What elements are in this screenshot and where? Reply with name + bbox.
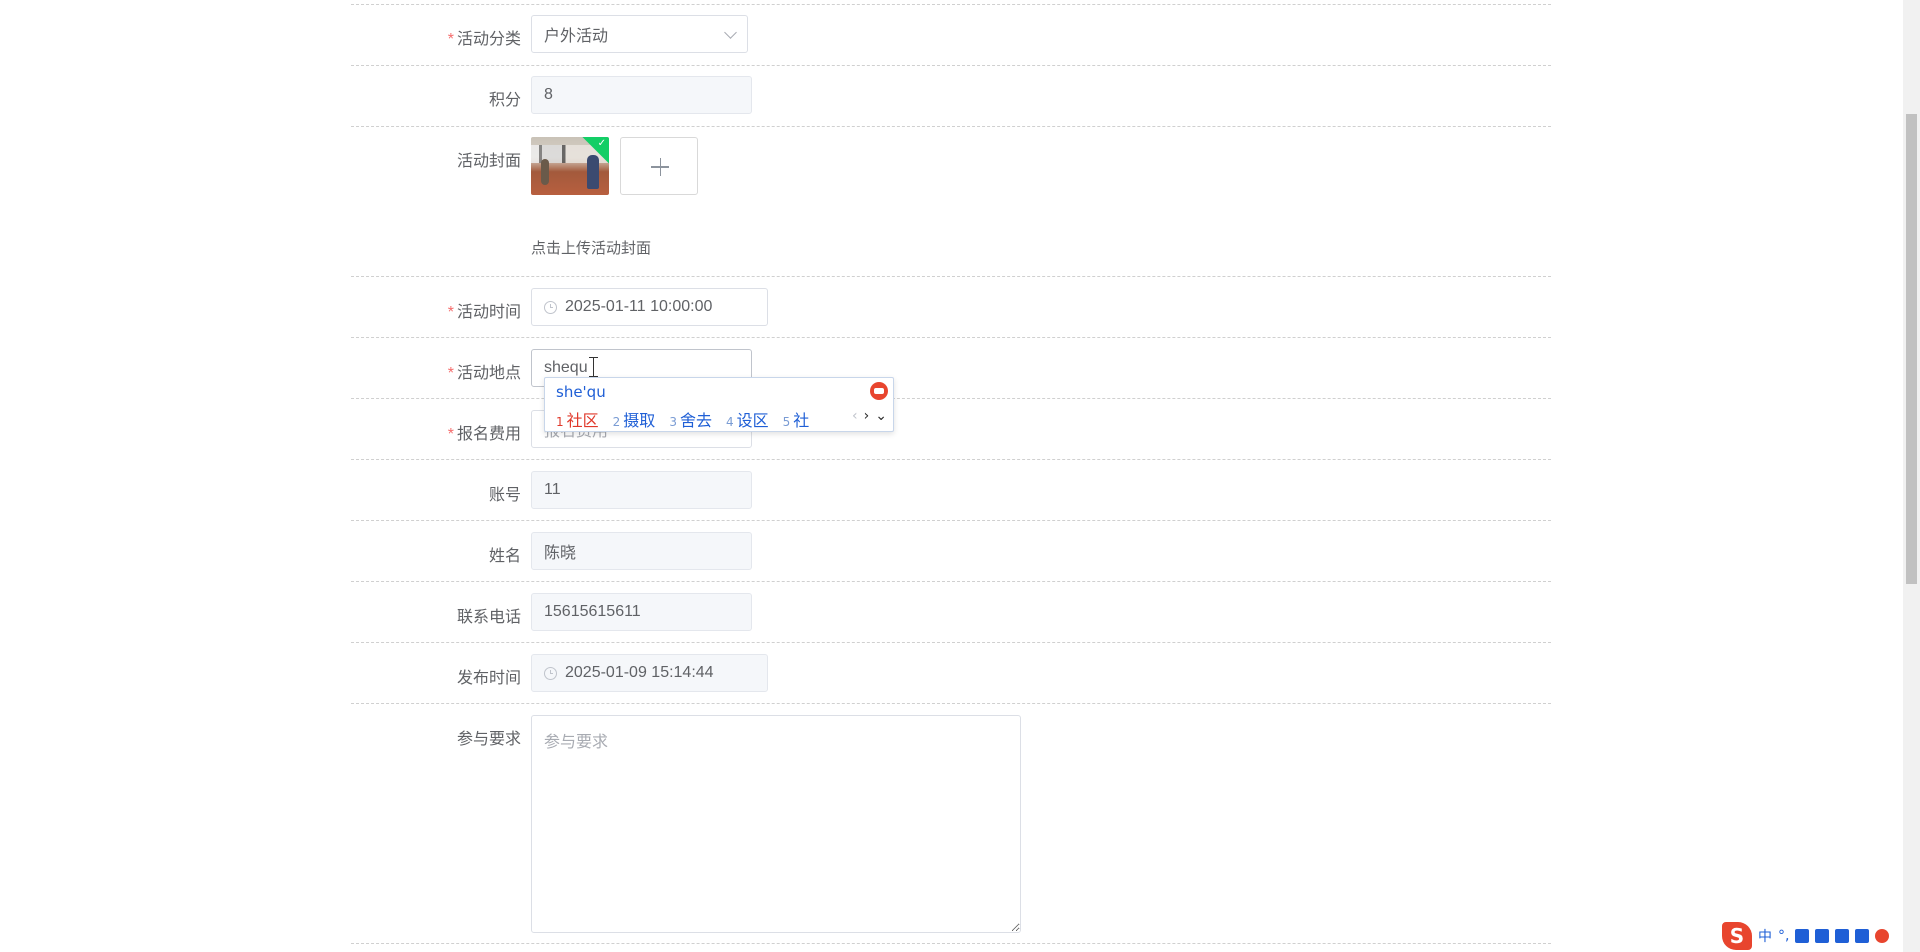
ime-candidate[interactable]: 5社 bbox=[783, 407, 810, 431]
ime-candidate[interactable]: 3 舍去 bbox=[669, 407, 712, 431]
account-label: 账号 bbox=[488, 487, 521, 504]
publish-time-picker[interactable]: 2025-01-09 15:14:44 bbox=[531, 654, 768, 692]
chevron-down-icon bbox=[724, 25, 737, 39]
ime-composition: she'qu bbox=[556, 383, 606, 401]
points-input[interactable]: 8 bbox=[531, 76, 752, 114]
ime-candidate[interactable]: 1 社区 bbox=[556, 407, 599, 431]
row-divider bbox=[351, 4, 1551, 5]
cover-thumbnail[interactable]: ✓ bbox=[531, 137, 609, 195]
skin-icon[interactable] bbox=[1835, 929, 1850, 943]
row-divider bbox=[351, 65, 1551, 66]
requirements-textarea[interactable] bbox=[531, 715, 1021, 933]
row-divider bbox=[351, 581, 1551, 582]
row-divider bbox=[351, 337, 1551, 338]
name-label: 姓名 bbox=[488, 548, 521, 565]
ime-logo-icon bbox=[870, 382, 888, 400]
ime-mode-toggle[interactable]: 中 bbox=[1758, 926, 1772, 946]
ime-candidate[interactable]: 4 设区 bbox=[726, 407, 769, 431]
ime-next-page-icon[interactable]: › bbox=[864, 408, 870, 424]
page-scrollbar[interactable] bbox=[1903, 0, 1920, 952]
phone-value: 15615615611 bbox=[544, 603, 641, 620]
check-icon: ✓ bbox=[597, 138, 606, 149]
points-value: 8 bbox=[544, 86, 553, 103]
name-value: 陈晓 bbox=[544, 545, 577, 562]
sogou-logo-icon[interactable]: S bbox=[1722, 922, 1752, 950]
toolbox-icon[interactable] bbox=[1855, 929, 1870, 943]
clock-icon bbox=[544, 300, 557, 314]
text-cursor-icon bbox=[589, 357, 598, 377]
row-divider bbox=[351, 276, 1551, 277]
activity-time-label: * 活动时间 bbox=[447, 304, 521, 321]
account-input[interactable]: 11 bbox=[531, 471, 752, 509]
row-divider bbox=[351, 642, 1551, 643]
microphone-icon[interactable] bbox=[1795, 929, 1810, 943]
points-label: 积分 bbox=[488, 92, 521, 109]
account-value: 11 bbox=[544, 481, 561, 498]
cover-label: 活动封面 bbox=[456, 153, 521, 170]
row-divider bbox=[351, 943, 1551, 944]
punctuation-toggle[interactable]: °, bbox=[1778, 928, 1789, 944]
ime-menu-icon[interactable] bbox=[1875, 929, 1890, 943]
row-divider bbox=[351, 126, 1551, 127]
location-value: shequ bbox=[544, 359, 588, 376]
name-input[interactable]: 陈晓 bbox=[531, 532, 752, 570]
scrollbar-thumb[interactable] bbox=[1906, 114, 1917, 584]
publish-time-value: 2025-01-09 15:14:44 bbox=[565, 664, 714, 681]
ime-prev-page-icon[interactable]: ‹ bbox=[852, 408, 858, 424]
activity-form: *活动分类 户外活动 积分 8 活动封面 ✓ 点击上传活动封面 *活动时间 bbox=[351, 0, 1551, 952]
row-divider bbox=[351, 398, 1551, 399]
phone-input[interactable]: 15615615611 bbox=[531, 593, 752, 631]
requirements-label: 参与要求 bbox=[456, 731, 521, 748]
activity-time-picker[interactable]: 2025-01-11 10:00:00 bbox=[531, 288, 768, 326]
publish-time-label: 发布时间 bbox=[456, 670, 521, 687]
row-divider bbox=[351, 520, 1551, 521]
clock-icon bbox=[544, 666, 557, 680]
category-select[interactable]: 户外活动 bbox=[531, 15, 748, 53]
row-divider bbox=[351, 703, 1551, 704]
phone-label: 联系电话 bbox=[456, 609, 521, 626]
ime-candidate-list: 1 社区 2 摄取 3 舍去 4 设区 5社 bbox=[556, 407, 809, 431]
keyboard-icon[interactable] bbox=[1815, 929, 1830, 943]
ime-expand-icon[interactable]: ⌄ bbox=[875, 408, 887, 424]
ime-toolbar: S 中 °, bbox=[1716, 920, 1920, 952]
category-value: 户外活动 bbox=[544, 28, 609, 45]
activity-time-value: 2025-01-11 10:00:00 bbox=[565, 298, 713, 315]
cover-upload-tip: 点击上传活动封面 bbox=[531, 240, 652, 257]
category-label: * 活动分类 bbox=[447, 31, 521, 48]
ime-candidate[interactable]: 2 摄取 bbox=[613, 407, 656, 431]
ime-nav: ‹ › ⌄ bbox=[852, 408, 887, 424]
fee-label: * 报名费用 bbox=[447, 426, 521, 443]
row-divider bbox=[351, 459, 1551, 460]
location-label: * 活动地点 bbox=[447, 365, 521, 382]
add-cover-button[interactable] bbox=[620, 137, 698, 195]
ime-candidate-window: she'qu 1 社区 2 摄取 3 舍去 4 设区 5社 ‹ › ⌄ bbox=[544, 377, 894, 432]
